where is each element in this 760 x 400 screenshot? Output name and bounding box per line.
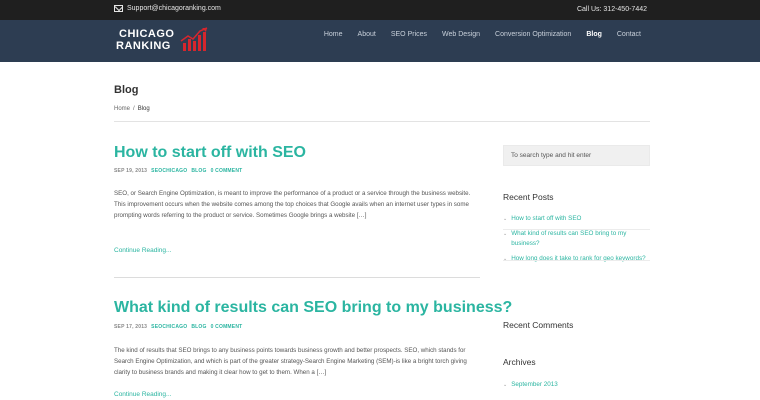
nav-web-design[interactable]: Web Design [442, 31, 480, 38]
continue-reading-link[interactable]: Continue Reading... [114, 247, 171, 254]
list-item[interactable]: ⌄ September 2013 [503, 380, 650, 390]
post-excerpt: The kind of results that SEO brings to a… [114, 347, 467, 376]
post-date: SEP 19, 2013 [114, 168, 148, 174]
breadcrumb-home[interactable]: Home [114, 106, 130, 112]
continue-reading-link[interactable]: Continue Reading... [114, 391, 171, 398]
main-nav: Home About SEO Prices Web Design Convers… [309, 31, 641, 38]
support-email[interactable]: Support@chicagoranking.com [114, 5, 221, 12]
list-divider [503, 260, 650, 261]
recent-post-link[interactable]: How to start off with SEO [511, 214, 581, 224]
chevron-down-icon: ⌄ [503, 216, 508, 222]
chevron-down-icon: ⌄ [503, 256, 508, 262]
logo-line-2: RANKING [116, 40, 171, 52]
breadcrumb-separator: / [133, 106, 135, 112]
post-author[interactable]: SEOCHICAGO [151, 324, 187, 330]
title-divider [114, 121, 650, 122]
nav-seo-prices[interactable]: SEO Prices [391, 31, 427, 38]
list-item[interactable]: ⌄ How long does it take to rank for geo k… [503, 254, 650, 264]
recent-comments-title: Recent Comments [503, 320, 574, 330]
support-email-text[interactable]: Support@chicagoranking.com [127, 5, 221, 12]
archive-link[interactable]: September 2013 [511, 380, 558, 390]
post-excerpt: SEO, or Search Engine Optimization, is m… [114, 190, 471, 219]
site-logo[interactable]: CHICAGO RANKING [116, 25, 212, 57]
mail-icon [114, 5, 123, 12]
page-title: Blog [114, 84, 139, 96]
post-category[interactable]: BLOG [191, 324, 206, 330]
post-title[interactable]: How to start off with SEO [114, 144, 306, 162]
nav-home[interactable]: Home [324, 31, 343, 38]
chevron-down-icon: ⌄ [503, 231, 508, 237]
logo-chart-icon [180, 27, 208, 51]
list-item[interactable]: ⌄ How to start off with SEO [503, 214, 650, 224]
site-header: CHICAGO RANKING Home About SEO Prices We… [0, 20, 760, 62]
logo-line-1: CHICAGO [119, 28, 175, 40]
chevron-down-icon: ⌄ [503, 382, 508, 388]
search-input[interactable]: To search type and hit enter [503, 145, 650, 166]
top-bar: Support@chicagoranking.com Call Us: 312-… [0, 0, 760, 20]
post-meta: SEP 17, 2013 SEOCHICAGO BLOG 0 COMMENT [114, 324, 242, 330]
post-date: SEP 17, 2013 [114, 324, 148, 330]
post-meta: SEP 19, 2013 SEOCHICAGO BLOG 0 COMMENT [114, 168, 242, 174]
archives-title: Archives [503, 357, 536, 367]
list-item[interactable]: ⌄ What kind of results can SEO bring to m… [503, 229, 650, 249]
phone-number: Call Us: 312-450-7442 [576, 6, 647, 13]
breadcrumb-current: Blog [137, 106, 150, 112]
archives-list: ⌄ September 2013 [503, 380, 650, 395]
recent-post-link[interactable]: What kind of results can SEO bring to my… [511, 229, 650, 249]
nav-contact[interactable]: Contact [617, 31, 641, 38]
post-divider [114, 277, 480, 278]
recent-posts-title: Recent Posts [503, 192, 554, 202]
post-author[interactable]: SEOCHICAGO [151, 168, 187, 174]
nav-blog[interactable]: Blog [586, 31, 602, 38]
nav-about[interactable]: About [358, 31, 376, 38]
list-divider [503, 229, 650, 230]
breadcrumb: Home / Blog [114, 106, 150, 112]
post-title[interactable]: What kind of results can SEO bring to my… [114, 299, 512, 317]
nav-conversion-optimization[interactable]: Conversion Optimization [495, 31, 571, 38]
post-category[interactable]: BLOG [191, 168, 206, 174]
post-comments[interactable]: 0 COMMENT [211, 168, 243, 174]
recent-post-link[interactable]: How long does it take to rank for geo ke… [511, 254, 645, 264]
post-comments[interactable]: 0 COMMENT [211, 324, 243, 330]
